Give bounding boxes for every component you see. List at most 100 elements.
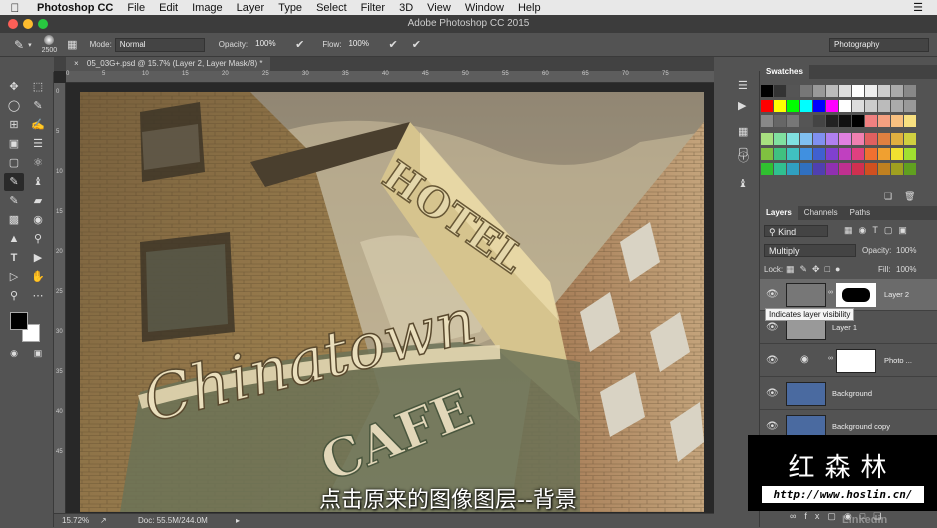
eye-icon[interactable]: 👁: [766, 421, 779, 432]
eye-icon[interactable]: 👁: [766, 355, 779, 366]
layer-row-layer2[interactable]: 👁 ∞ Layer 2: [760, 279, 937, 311]
close-window-button[interactable]: [8, 19, 18, 29]
workspace-select[interactable]: Photography: [829, 38, 929, 52]
menu-view[interactable]: View: [420, 2, 458, 14]
screen-mode-icon[interactable]: ▣: [28, 344, 48, 362]
dodge-tool-icon[interactable]: ▲: [4, 230, 24, 248]
crop-tool-icon[interactable]: ⊞: [4, 116, 24, 134]
red-eye-icon[interactable]: ⚛: [28, 154, 48, 172]
minimize-window-button[interactable]: [23, 19, 33, 29]
options-bar: ✎ ▾ 2500 ▦ Mode: Normal Opacity: 100% ✔ …: [0, 33, 937, 57]
pen-tool-icon[interactable]: ⚲: [28, 230, 48, 248]
new-swatch-icon[interactable]: ❏: [884, 191, 892, 202]
flow-field[interactable]: 100%: [344, 38, 380, 52]
brush-preset-picker[interactable]: 2500: [42, 35, 57, 54]
menubar-list-icon[interactable]: ☰: [913, 1, 937, 14]
menu-filter[interactable]: Filter: [354, 2, 392, 14]
swatch-cells[interactable]: [761, 85, 921, 195]
type-tool-icon[interactable]: T: [4, 249, 24, 267]
opacity-field[interactable]: 100%: [251, 38, 287, 52]
path-select-icon[interactable]: ▶: [28, 249, 48, 267]
link-icon[interactable]: ∞: [828, 355, 833, 362]
brush-tool-icon[interactable]: ✎: [14, 38, 24, 52]
eye-icon[interactable]: 👁: [766, 322, 779, 333]
menu-select[interactable]: Select: [309, 2, 354, 14]
menu-layer[interactable]: Layer: [230, 2, 272, 14]
direct-select-icon[interactable]: ▷: [4, 268, 24, 286]
hand-tool-icon[interactable]: ✋: [28, 268, 48, 286]
layer-mask-thumbnail[interactable]: [836, 283, 876, 307]
info-icon[interactable]: ⓘ: [738, 149, 749, 165]
share-icon[interactable]: ↗: [100, 514, 107, 528]
eye-icon[interactable]: 👁: [766, 289, 779, 300]
ruler-h-label: 35: [342, 71, 349, 77]
eraser-icon[interactable]: ▰: [28, 192, 48, 210]
actions-play-icon[interactable]: ▶: [738, 99, 746, 112]
layer-row-background[interactable]: 👁 Background: [760, 378, 937, 410]
brush-tool-icon[interactable]: ✎: [4, 173, 24, 191]
menu-app[interactable]: Photoshop CC: [30, 2, 120, 14]
zoom-level[interactable]: 15.72%: [62, 514, 89, 528]
airbrush-icon[interactable]: ✔: [388, 38, 397, 51]
menu-edit[interactable]: Edit: [152, 2, 185, 14]
pressure-size-icon[interactable]: ✔: [412, 38, 421, 51]
move-tool-icon[interactable]: ✥: [4, 78, 24, 96]
quick-mask-icon[interactable]: ◉: [4, 344, 24, 362]
layer-filter-select[interactable]: ⚲ Kind: [764, 225, 828, 237]
search-icon: ⚲: [769, 227, 776, 237]
menu-3d[interactable]: 3D: [392, 2, 420, 14]
adjustment-mask-thumbnail[interactable]: [836, 349, 876, 373]
eye-icon[interactable]: 👁: [766, 388, 779, 399]
more-tools-icon[interactable]: ⋯: [28, 287, 48, 305]
content-aware-icon[interactable]: ☰: [28, 135, 48, 153]
clone-stamp-icon[interactable]: ♝: [28, 173, 48, 191]
gradient-tool-icon[interactable]: ▩: [4, 211, 24, 229]
zoom-tool-icon[interactable]: ⚲: [4, 287, 24, 305]
tab-paths[interactable]: Paths: [844, 206, 876, 220]
chevron-down-icon[interactable]: ▾: [28, 41, 32, 49]
layer-name[interactable]: Layer 2: [884, 290, 909, 299]
layer-name[interactable]: Background copy: [832, 422, 890, 431]
menu-image[interactable]: Image: [185, 2, 230, 14]
link-icon[interactable]: ∞: [828, 289, 833, 296]
mode-select[interactable]: Normal: [114, 37, 205, 52]
layer-name[interactable]: Layer 1: [832, 323, 857, 332]
eyedropper-icon[interactable]: ✍: [28, 116, 48, 134]
delete-swatch-icon[interactable]: 🗑: [904, 191, 915, 202]
lock-icons[interactable]: ▦✎✥□●: [786, 264, 845, 275]
foreground-color-swatch[interactable]: [10, 312, 28, 330]
layer-opacity-field[interactable]: 100%: [896, 246, 916, 255]
fill-field[interactable]: 100%: [896, 265, 916, 274]
properties-icon[interactable]: ▦: [738, 125, 748, 138]
blend-mode-select[interactable]: Multiply: [764, 244, 856, 257]
history-panel-icon[interactable]: ☰: [738, 79, 748, 92]
layer-filter-icons[interactable]: ▦◉T▢▣: [844, 225, 913, 236]
tab-layers[interactable]: Layers: [760, 206, 798, 220]
document-tab[interactable]: × 05_03G+.psd @ 15.7% (Layer 2, Layer Ma…: [66, 57, 271, 71]
layer-row-photo-filter[interactable]: 👁 ◉ ∞ Photo ...: [760, 345, 937, 377]
stamp-panel-icon[interactable]: ♝: [738, 177, 748, 190]
quick-select-icon[interactable]: ✎: [28, 97, 48, 115]
apple-icon[interactable]: : [0, 1, 30, 15]
menu-type[interactable]: Type: [271, 2, 309, 14]
tab-channels[interactable]: Channels: [798, 206, 844, 220]
history-brush-icon[interactable]: ✎: [4, 192, 24, 210]
menu-window[interactable]: Window: [458, 2, 511, 14]
healing-brush-icon[interactable]: ▣: [4, 135, 24, 153]
lasso-tool-icon[interactable]: ◯: [4, 97, 24, 115]
layer-name[interactable]: Photo ...: [884, 356, 912, 365]
brush-panel-icon[interactable]: ▦: [67, 38, 77, 51]
status-arrow-icon[interactable]: ▸: [236, 514, 240, 528]
swatches-header: Swatches: [760, 65, 937, 79]
blur-tool-icon[interactable]: ◉: [28, 211, 48, 229]
marquee-tool-icon[interactable]: ⬚: [28, 78, 48, 96]
menu-file[interactable]: File: [120, 2, 152, 14]
document-canvas[interactable]: HOTEL Chinatown CAFE: [80, 92, 704, 512]
zoom-window-button[interactable]: [38, 19, 48, 29]
pressure-opacity-icon[interactable]: ✔: [295, 38, 304, 51]
patch-tool-icon[interactable]: ▢: [4, 154, 24, 172]
swatches-tab[interactable]: Swatches: [760, 65, 809, 79]
layer-name[interactable]: Background: [832, 389, 872, 398]
close-tab-icon[interactable]: ×: [74, 59, 79, 68]
menu-help[interactable]: Help: [511, 2, 548, 14]
